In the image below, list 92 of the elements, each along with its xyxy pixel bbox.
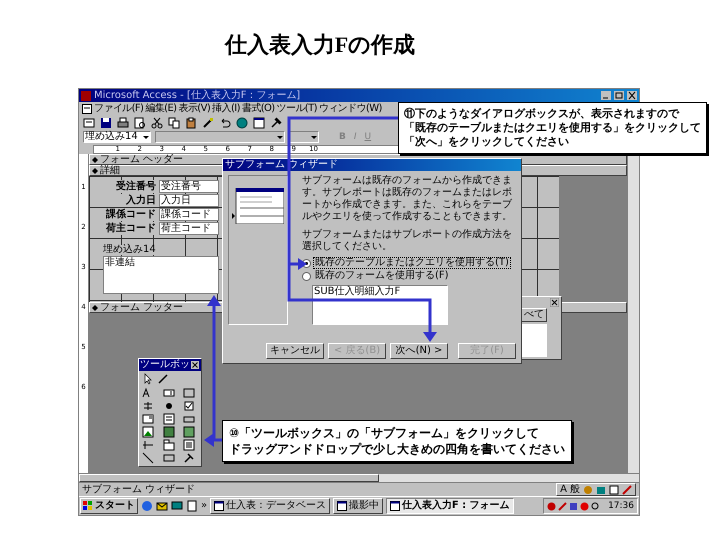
callout-text: ドラッグアンドドロップで少し大きめの四角を書いてください	[229, 441, 565, 457]
checkbox-tool-icon[interactable]	[183, 400, 196, 412]
window-icon	[214, 501, 224, 511]
subform-label[interactable]: 埋め込み14	[103, 245, 156, 255]
radio-button[interactable]	[302, 272, 311, 280]
status-text: サブフォーム ウィザード	[82, 484, 196, 494]
section-marker-icon	[92, 156, 98, 162]
vertical-scrollbar[interactable]	[627, 154, 639, 473]
form-icon[interactable]	[82, 104, 92, 114]
section-title: 詳細	[100, 166, 120, 176]
envelope-icon[interactable]	[156, 500, 168, 512]
callout-text: 「既存のテーブルまたはクエリを使用する」をクリックして	[404, 121, 701, 135]
menu-item[interactable]: 編集(E)	[145, 104, 176, 114]
font-dropdown[interactable]	[155, 131, 285, 143]
menu-item[interactable]: 表示(V)	[178, 104, 210, 114]
window-icon	[390, 501, 400, 511]
form-view-icon[interactable]	[83, 117, 95, 129]
dialog-button[interactable]: キャンセル	[266, 343, 324, 359]
text-box[interactable]: 入力日	[159, 194, 219, 207]
menu-item[interactable]: ファイル(F)	[94, 104, 144, 114]
menu-item[interactable]: 挿入(I)	[212, 104, 240, 114]
rectangle-tool-icon[interactable]	[162, 452, 175, 464]
close-icon[interactable]	[627, 91, 637, 100]
subform-tool-icon[interactable]	[183, 439, 196, 451]
dialog-button[interactable]: 次へ(N) >	[390, 343, 448, 359]
toolbox-title: ツールボッ	[140, 360, 190, 370]
printer-icon[interactable]	[117, 117, 129, 129]
line-tool-icon[interactable]	[142, 452, 154, 464]
taskbar-button[interactable]: 仕入表入力F : フォーム	[386, 498, 514, 514]
bound-object-tool-icon[interactable]	[183, 426, 196, 438]
globe-icon[interactable]	[236, 117, 248, 129]
taskbar-button[interactable]: 撮影中	[332, 498, 383, 514]
undo-icon[interactable]	[219, 117, 231, 129]
tab-tool-icon[interactable]	[162, 439, 175, 451]
page-break-tool-icon[interactable]	[142, 439, 154, 451]
section-title: フォーム ヘッダー	[100, 154, 184, 164]
callout-text: ⑩「ツールボックス」の「サブフォーム」をクリックして	[229, 425, 540, 441]
subform-control[interactable]: 非連結	[103, 256, 219, 294]
horizontal-scrollbar[interactable]	[79, 473, 639, 482]
combo-tool-icon[interactable]	[142, 413, 154, 425]
list-tool-icon[interactable]	[162, 413, 175, 425]
section-title: フォーム フッター	[100, 302, 184, 312]
section-marker-icon	[92, 168, 98, 174]
magnifier-page-icon[interactable]	[134, 117, 146, 129]
clock: 17:36	[608, 502, 634, 510]
callout-text: ⑪下のようなダイアログボックスが、表示されますので	[404, 107, 680, 121]
window-title: Microsoft Access - [仕入表入力F : フォーム]	[94, 90, 300, 100]
text-box[interactable]: 荷主コード	[159, 222, 219, 235]
pointer-icon[interactable]	[142, 373, 154, 385]
form-preview-icon	[232, 188, 284, 224]
ime-mode[interactable]: A	[560, 484, 567, 494]
textbox-tool-icon[interactable]	[162, 387, 175, 399]
menu-item[interactable]: 書式(O)	[242, 104, 275, 114]
callout-text: 「次へ」をクリックしてください	[404, 135, 570, 149]
size-dropdown[interactable]	[289, 131, 319, 143]
radio-label: 既存のフォームを使用する(F)	[314, 271, 450, 281]
query-list[interactable]: SUB仕入明細入力F	[312, 285, 448, 325]
dialog-prompt: サブフォームまたはサブレポートの作成方法を選択してください。	[302, 229, 513, 253]
list-item[interactable]: SUB仕入明細入力F	[314, 287, 446, 297]
more-button[interactable]: »	[201, 501, 208, 511]
document-icon[interactable]	[186, 500, 198, 512]
property-tab[interactable]: べて	[521, 308, 547, 322]
clipboard-icon[interactable]	[185, 117, 197, 129]
window-icon[interactable]	[253, 117, 265, 129]
dialog-description: サブフォームは既存のフォームから作成できます。サブレポートは既存のフォームまたはレポートから作成できます。また、これらをテーブルやクエリを使って作成することもできます。	[302, 175, 513, 223]
text-box[interactable]: 課係コード	[159, 208, 219, 221]
desktop-icon[interactable]	[171, 500, 183, 512]
scissors-icon[interactable]	[151, 117, 163, 129]
ime-kanji[interactable]: 般	[570, 484, 580, 494]
image-tool-icon[interactable]	[142, 426, 154, 438]
slide-title: 仕入表入力Fの作成	[224, 30, 416, 58]
radio-option[interactable]: 既存のフォームを使用する(F)	[302, 271, 516, 281]
hammer-icon[interactable]	[270, 117, 282, 129]
copy-icon[interactable]	[168, 117, 180, 129]
window-icon	[336, 501, 347, 511]
brush-icon[interactable]	[202, 117, 214, 129]
text-box[interactable]: 受注番号	[159, 180, 219, 193]
close-icon[interactable]	[191, 361, 199, 369]
close-icon[interactable]	[550, 298, 559, 307]
start-button[interactable]: スタート	[80, 498, 138, 514]
app-key-icon	[81, 90, 91, 100]
taskbar-button[interactable]: 仕入表 : データベース	[210, 498, 330, 514]
dropdown-value: 埋め込み14	[84, 132, 139, 142]
menu-item[interactable]: ツール(T)	[276, 104, 317, 114]
menu-item[interactable]: ウィンドウ(W)	[318, 104, 382, 114]
minimize-icon[interactable]	[601, 91, 611, 100]
object-frame-tool-icon[interactable]	[162, 426, 175, 438]
frame-tool-icon[interactable]	[183, 387, 196, 399]
windows-flag-icon	[83, 501, 93, 511]
maximize-icon[interactable]	[614, 91, 624, 100]
object-dropdown[interactable]: 埋め込み14	[83, 131, 151, 143]
section-marker-icon	[92, 304, 98, 310]
